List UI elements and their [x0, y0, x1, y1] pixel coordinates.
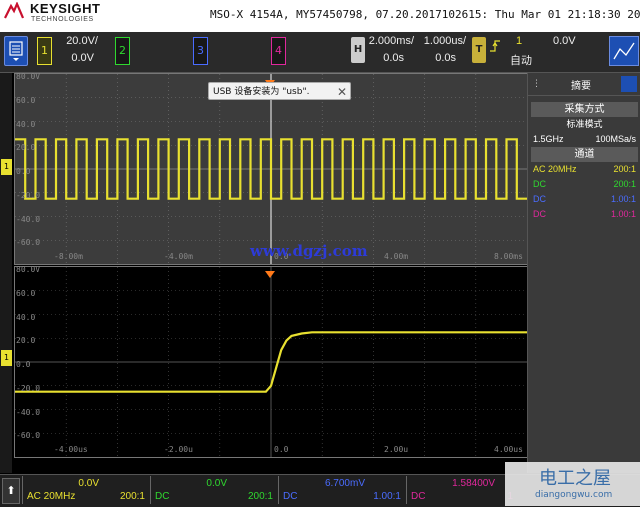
x-tick-label: -4.00m	[164, 252, 193, 261]
zoom-window-grid	[14, 266, 528, 458]
trigger-position-marker-bottom[interactable]	[265, 264, 275, 278]
site-title: 电工之屋	[539, 468, 611, 489]
zoom-icon	[613, 42, 635, 60]
trigger-mode[interactable]: 自动	[510, 52, 532, 68]
y-tick-label: -20.0	[16, 383, 41, 393]
time-delay[interactable]: 0.0s	[366, 52, 404, 64]
trigger-level[interactable]: 0.0V	[553, 35, 576, 47]
y-tick-label: 40.0	[16, 119, 36, 129]
ch1-scale[interactable]: 20.0V/	[56, 35, 98, 47]
ch3-status[interactable]: 6.700mV DC 1.00:1	[278, 476, 405, 504]
y-tick-label: -40.0	[16, 214, 41, 224]
y-tick-label: -60.0	[16, 431, 41, 441]
y-tick-label: 0.0	[16, 360, 31, 369]
zoom-scale[interactable]: 1.000us/	[418, 35, 466, 47]
x-tick-label: -8.00m	[54, 252, 83, 261]
channels-header: 通道	[531, 147, 638, 162]
close-icon[interactable]: ✕	[337, 83, 347, 101]
left-marker-strip	[0, 73, 12, 473]
summary-panel: ⋮ 摘要 采集方式 标准模式 1.5GHz 100MSa/s 通道 AC 20MH…	[527, 73, 640, 473]
trigger-edge-icon	[489, 38, 501, 57]
ch2-status[interactable]: 0.0V DC 200:1	[150, 476, 277, 504]
instrument-info: MSO-X 4154A, MY57450798, 07.20.201710261…	[210, 8, 640, 21]
y-tick-label: 20.0	[16, 336, 36, 346]
x-tick-label: 4.00m	[384, 252, 409, 261]
panel-title: 摘要	[571, 80, 591, 92]
main-window-plot	[15, 74, 527, 264]
y-tick-label: 40.0	[16, 312, 36, 322]
ch1-offset[interactable]: 0.0V	[56, 52, 94, 64]
usb-notification: USB 设备安装为 "usb". ✕	[208, 82, 351, 100]
x-tick-label: 4.00us	[494, 445, 523, 454]
panel-pin-icon[interactable]: ⋮	[532, 79, 541, 89]
main-window-grid	[14, 73, 528, 265]
ch1-ground-marker-lower[interactable]: 1	[1, 350, 12, 366]
y-tick-label: 60.0	[16, 288, 36, 298]
y-tick-label: -60.0	[16, 238, 41, 248]
channel-2-summary: DC 200:1	[533, 179, 636, 189]
ch4-status[interactable]: 1.58400V DC 1	[406, 476, 517, 504]
expand-up-button[interactable]: ⬆	[2, 478, 20, 504]
main-menu-button[interactable]	[4, 36, 28, 66]
sample-info: 1.5GHz 100MSa/s	[533, 134, 636, 144]
y-tick-label: -20.0	[16, 190, 41, 200]
zoom-delay[interactable]: 0.0s	[418, 52, 456, 64]
trigger-position-marker-top[interactable]	[265, 73, 275, 87]
y-tick-label: 20.0	[16, 143, 36, 153]
site-url: diangongwu.com	[535, 490, 613, 500]
arrow-up-icon: ⬆	[6, 484, 16, 497]
brand-subtitle: TECHNOLOGIES	[31, 16, 94, 23]
time-scale[interactable]: 2.000ms/	[366, 35, 414, 47]
watermark-text: www.dgzj.com	[250, 242, 368, 260]
x-tick-label: 8.00ms	[494, 252, 523, 261]
acquisition-mode: 标准模式	[566, 119, 603, 129]
channel-2-button[interactable]: 2	[115, 37, 130, 65]
trigger-button[interactable]: T	[472, 37, 486, 63]
brand-name: KEYSIGHT	[30, 1, 101, 16]
x-tick-label: 2.00u	[384, 445, 409, 454]
y-tick-label: 80.0V	[16, 72, 41, 81]
zoom-mode-button[interactable]	[609, 36, 639, 66]
y-tick-label: 60.0	[16, 95, 36, 105]
ch1-status[interactable]: 0.0V AC 20MHz 200:1	[22, 476, 149, 504]
panel-collapse-button[interactable]	[621, 76, 637, 92]
channel-4-button[interactable]: 4	[271, 37, 286, 65]
keysight-logo-icon	[4, 1, 25, 20]
channel-1-summary: AC 20MHz 200:1	[533, 164, 636, 174]
y-tick-label: 0.0	[16, 167, 31, 176]
usb-notification-text: USB 设备安装为 "usb".	[213, 87, 310, 97]
channel-1-button[interactable]: 1	[37, 37, 52, 65]
channel-3-button[interactable]: 3	[193, 37, 208, 65]
x-tick-label: 0.0	[274, 445, 289, 454]
menu-icon	[9, 41, 23, 61]
y-tick-label: -40.0	[16, 407, 41, 417]
y-tick-label: 80.0V	[16, 265, 41, 274]
site-watermark: 电工之屋 diangongwu.com	[505, 462, 640, 506]
ch1-ground-marker-upper[interactable]: 1	[1, 159, 12, 175]
channel-4-summary: DC 1.00:1	[533, 209, 636, 219]
trigger-source[interactable]: 1	[516, 35, 522, 47]
acquisition-header: 采集方式	[531, 102, 638, 117]
horizontal-button[interactable]: H	[351, 37, 365, 63]
x-tick-label: -2.00u	[164, 445, 193, 454]
channel-3-summary: DC 1.00:1	[533, 194, 636, 204]
zoom-window-plot	[15, 267, 527, 457]
x-tick-label: -4.00us	[54, 445, 88, 454]
